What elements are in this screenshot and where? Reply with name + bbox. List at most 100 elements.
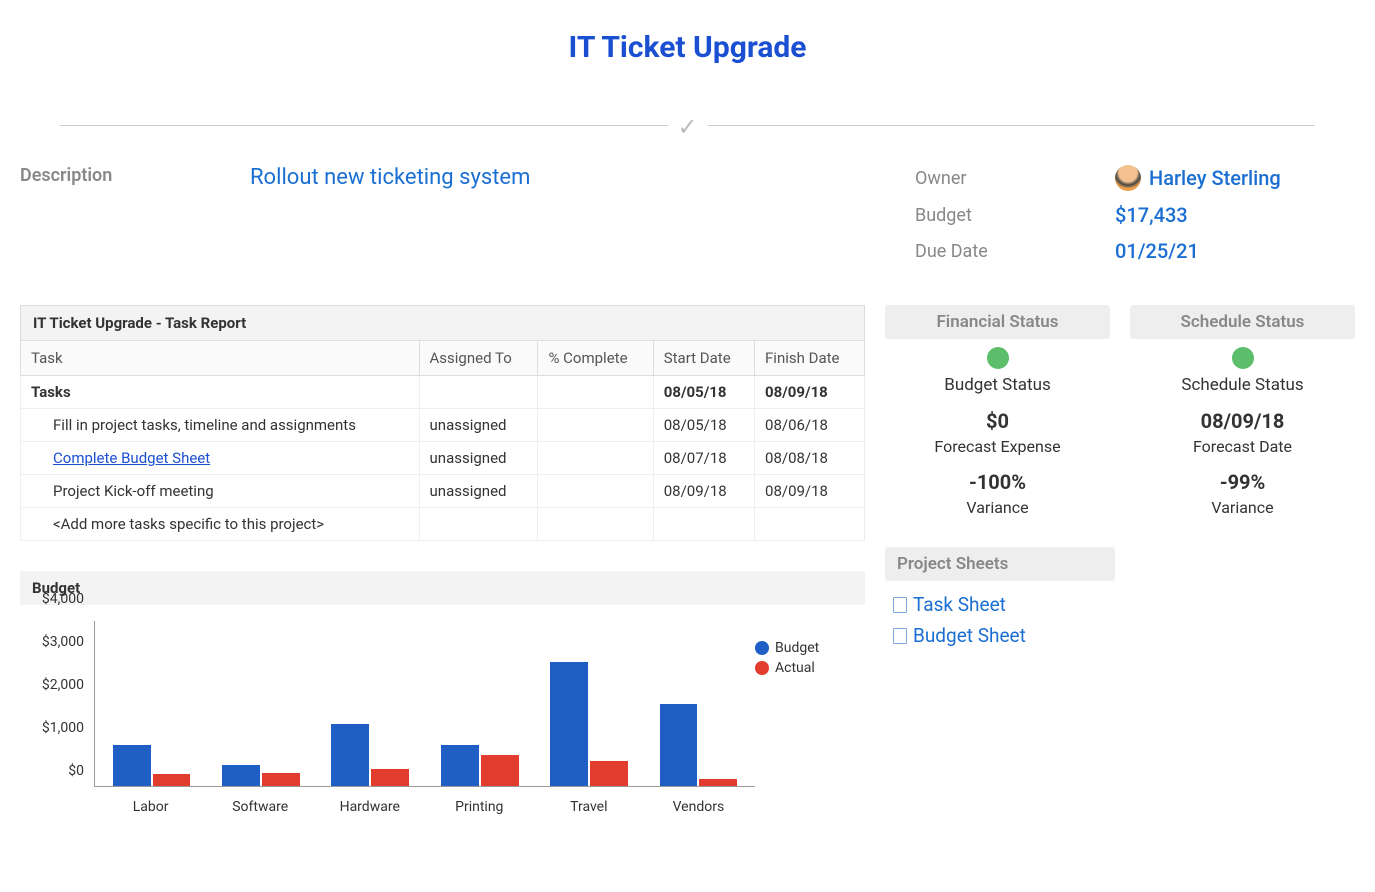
financial-status-dot-icon <box>987 347 1009 369</box>
cell-finish: 08/06/18 <box>755 409 865 442</box>
bar-group <box>110 621 194 786</box>
cell-start: 08/07/18 <box>653 442 754 475</box>
table-row: Fill in project tasks, timeline and assi… <box>21 409 865 442</box>
financial-variance-label: Variance <box>885 498 1110 517</box>
bar-actual <box>699 779 737 786</box>
task-cell: Fill in project tasks, timeline and assi… <box>31 416 356 434</box>
cell-assigned <box>419 376 538 409</box>
x-tick-label: Vendors <box>656 799 740 815</box>
bar-group <box>438 621 522 786</box>
bar-budget <box>222 765 260 786</box>
cell-start <box>653 508 754 541</box>
table-header-row: Task Assigned To % Complete Start Date F… <box>21 341 865 376</box>
bar-budget <box>550 662 588 786</box>
table-row: Complete Budget Sheet unassigned 08/07/180… <box>21 442 865 475</box>
cell-complete <box>538 475 653 508</box>
chart-legend: Budget Actual <box>755 640 855 680</box>
cell-finish: 08/08/18 <box>755 442 865 475</box>
budget-value: $17,433 <box>1115 203 1188 227</box>
y-tick-label: $4,000 <box>42 591 84 607</box>
budget-label: Budget <box>915 205 1115 226</box>
cell-complete <box>538 508 653 541</box>
bar-actual <box>153 774 191 786</box>
y-tick-label: $1,000 <box>42 720 84 736</box>
bar-group <box>328 621 412 786</box>
financial-status-label: Budget Status <box>885 375 1110 395</box>
task-report-title: IT Ticket Upgrade - Task Report <box>20 305 865 340</box>
forecast-date-label: Forecast Date <box>1130 437 1355 456</box>
cell-assigned: unassigned <box>419 442 538 475</box>
financial-status-header: Financial Status <box>885 305 1110 339</box>
cell-start: 08/05/18 <box>653 376 754 409</box>
cell-assigned: unassigned <box>419 409 538 442</box>
cell-complete <box>538 409 653 442</box>
legend-item: Budget <box>755 640 855 656</box>
forecast-expense-value: $0 <box>885 409 1110 433</box>
table-row: Tasks 08/05/1808/09/18 <box>21 376 865 409</box>
task-cell: <Add more tasks specific to this project… <box>31 515 324 533</box>
col-finish: Finish Date <box>755 341 865 376</box>
y-tick-label: $0 <box>68 763 84 779</box>
legend-label: Actual <box>775 660 815 676</box>
schedule-status-header: Schedule Status <box>1130 305 1355 339</box>
checkmark-icon: ✓ <box>667 113 707 141</box>
table-row: Project Kick-off meeting unassigned 08/09/… <box>21 475 865 508</box>
budget-section-title: Budget <box>20 571 865 605</box>
legend-dot-icon <box>755 641 769 655</box>
y-tick-label: $3,000 <box>42 634 84 650</box>
sheet-icon <box>893 597 907 613</box>
schedule-variance-label: Variance <box>1130 498 1355 517</box>
sheet-link-label: Task Sheet <box>913 593 1006 616</box>
sheet-link[interactable]: Task Sheet <box>885 589 1355 620</box>
bar-budget <box>441 745 479 786</box>
legend-item: Actual <box>755 660 855 676</box>
x-tick-label: Printing <box>437 799 521 815</box>
bar-group <box>219 621 303 786</box>
divider: ✓ <box>60 115 1315 135</box>
bar-group <box>656 621 740 786</box>
cell-finish: 08/09/18 <box>755 376 865 409</box>
description-label: Description <box>20 165 170 275</box>
cell-finish: 08/09/18 <box>755 475 865 508</box>
task-cell: Project Kick-off meeting <box>31 482 214 500</box>
bar-budget <box>331 724 369 786</box>
cell-complete <box>538 376 653 409</box>
forecast-date-value: 08/09/18 <box>1130 409 1355 433</box>
schedule-status-dot-icon <box>1232 347 1254 369</box>
bar-group <box>547 621 631 786</box>
cell-assigned: unassigned <box>419 475 538 508</box>
owner-name[interactable]: Harley Sterling <box>1149 166 1281 190</box>
y-tick-label: $2,000 <box>42 677 84 693</box>
x-tick-label: Hardware <box>328 799 412 815</box>
x-tick-label: Travel <box>547 799 631 815</box>
cell-complete <box>538 442 653 475</box>
cell-assigned <box>419 508 538 541</box>
col-start: Start Date <box>653 341 754 376</box>
col-task: Task <box>21 341 420 376</box>
forecast-expense-label: Forecast Expense <box>885 437 1110 456</box>
bar-actual <box>371 769 409 786</box>
table-row: <Add more tasks specific to this project… <box>21 508 865 541</box>
sheet-link[interactable]: Budget Sheet <box>885 620 1355 651</box>
legend-dot-icon <box>755 661 769 675</box>
schedule-variance-value: -99% <box>1130 470 1355 494</box>
financial-variance-value: -100% <box>885 470 1110 494</box>
sheet-link-label: Budget Sheet <box>913 624 1026 647</box>
legend-label: Budget <box>775 640 819 656</box>
owner-label: Owner <box>915 168 1115 189</box>
bar-actual <box>481 755 519 786</box>
cell-start: 08/05/18 <box>653 409 754 442</box>
task-table: Task Assigned To % Complete Start Date F… <box>20 340 865 541</box>
bar-budget <box>113 745 151 786</box>
x-tick-label: Labor <box>109 799 193 815</box>
bar-actual <box>262 773 300 786</box>
bar-actual <box>590 761 628 786</box>
cell-finish <box>755 508 865 541</box>
due-date-label: Due Date <box>915 241 1115 262</box>
bar-budget <box>660 704 698 787</box>
task-cell: Tasks <box>31 383 71 401</box>
sheet-icon <box>893 628 907 644</box>
schedule-status-label: Schedule Status <box>1130 375 1355 395</box>
project-sheets-header: Project Sheets <box>885 547 1115 581</box>
task-cell[interactable]: Complete Budget Sheet <box>31 449 210 467</box>
